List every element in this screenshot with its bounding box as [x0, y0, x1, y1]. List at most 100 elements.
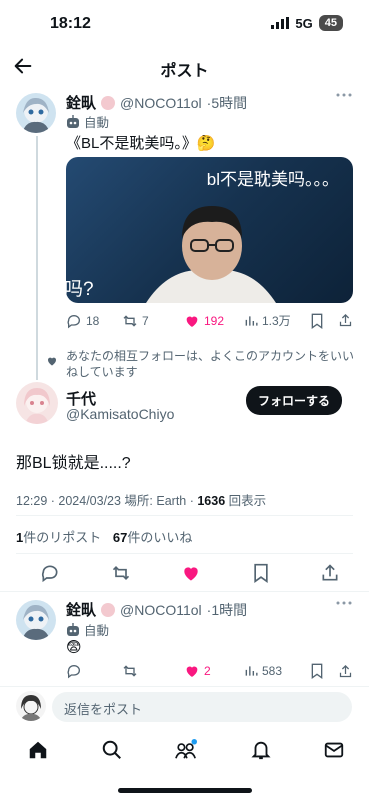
more-options-button[interactable]	[336, 92, 352, 98]
communities-icon[interactable]	[174, 739, 198, 761]
reply-button[interactable]	[66, 663, 122, 679]
like-button[interactable]: 2	[184, 663, 244, 679]
bookmark-button[interactable]	[310, 663, 338, 679]
reply-handle[interactable]: @NOCO11ol	[120, 602, 202, 618]
reply-button[interactable]: 18	[66, 313, 122, 329]
repost-icon[interactable]	[111, 563, 131, 583]
status-time: 18:12	[50, 15, 91, 32]
avatar-anime-icon	[16, 382, 58, 424]
view-count: 583	[262, 664, 283, 678]
repost-icon	[123, 314, 137, 327]
display-name[interactable]: 銓㽗	[66, 92, 96, 113]
like-button[interactable]: 192	[184, 313, 244, 329]
reply-header: 銓㽗 @NOCO11ol ·1時間	[66, 599, 247, 620]
video-caption: bl不是耽美吗。。。	[206, 170, 339, 189]
auto-badge: 自動	[66, 112, 109, 131]
reply-display-name[interactable]: 銓㽗	[66, 599, 96, 620]
reply-avatar[interactable]	[16, 600, 56, 640]
reply-auto-badge: 自動	[66, 620, 109, 639]
bot-icon	[67, 114, 79, 128]
thread-line	[36, 136, 38, 380]
repost-button[interactable]	[122, 663, 184, 679]
views-label: 回表示	[225, 494, 267, 508]
reply-text: 😨	[66, 639, 82, 656]
video-corner-caption: 吗?	[66, 279, 94, 300]
post-time: ·5時間	[206, 94, 248, 111]
battery-icon: 45	[318, 15, 343, 31]
search-icon[interactable]	[101, 739, 123, 761]
main-post-avatar[interactable]	[16, 382, 58, 424]
post-media-video[interactable]: bl不是耽美吗。。。 吗?	[66, 157, 353, 303]
share-icon	[339, 664, 352, 677]
avatar-anime-icon	[16, 600, 56, 640]
messages-icon[interactable]	[323, 739, 345, 761]
share-icon	[339, 313, 352, 327]
divider	[16, 553, 353, 554]
views-count: 1636	[197, 494, 226, 508]
bot-icon	[67, 622, 79, 636]
engagement-stats: 1件のリポスト 67件のいいね	[16, 527, 192, 546]
reply-input[interactable]: 返信をポスト	[52, 692, 352, 722]
bottom-nav	[27, 739, 345, 761]
bookmark-icon	[311, 313, 323, 329]
social-context-heart	[46, 355, 58, 367]
handle[interactable]: @NOCO11ol	[120, 95, 202, 111]
reply-icon	[67, 314, 81, 328]
repost-total-label[interactable]: 件のリポスト	[23, 530, 101, 545]
divider	[0, 686, 369, 687]
more-icon	[336, 601, 352, 605]
heart-small-icon	[47, 357, 57, 366]
divider	[16, 515, 353, 516]
views-chart-icon	[245, 666, 258, 676]
avatar[interactable]	[16, 93, 56, 133]
home-indicator	[118, 788, 252, 793]
like-total-label[interactable]: 件のいいね	[127, 530, 192, 545]
bookmark-icon	[311, 663, 323, 679]
reply-actions: 2 583	[66, 663, 356, 679]
social-context-text: あなたの相互フォローは、よくこのアカウントをいいねしています	[66, 349, 355, 379]
share-icon[interactable]	[320, 563, 340, 583]
reply-icon	[67, 665, 81, 679]
badge-icon	[101, 602, 116, 617]
avatar-sketch-icon	[16, 691, 46, 721]
notifications-bell-icon[interactable]	[250, 739, 272, 761]
composer-avatar	[16, 691, 46, 721]
bookmark-icon[interactable]	[252, 563, 270, 583]
heart-filled-icon	[186, 666, 198, 677]
main-post-actions	[40, 563, 340, 583]
status-icons: 5G 45	[271, 15, 343, 31]
reply-auto-label: 自動	[84, 624, 110, 638]
like-total[interactable]: 67	[113, 530, 127, 545]
follow-button[interactable]: フォローする	[246, 386, 343, 415]
share-button[interactable]	[338, 313, 353, 328]
heart-filled-icon[interactable]	[181, 563, 201, 583]
post-text: 《BL不是耽美吗。》🤔	[66, 135, 216, 152]
views-button[interactable]: 583	[244, 664, 310, 678]
home-icon[interactable]	[27, 739, 49, 761]
views-chart-icon	[245, 315, 258, 326]
post-timestamp: 12:29 · 2024/03/23 場所: Earth ·	[16, 494, 198, 508]
auto-label: 自動	[84, 116, 110, 130]
main-handle[interactable]: @KamisatoChiyo	[66, 406, 174, 422]
repost-count: 7	[142, 313, 149, 328]
page-title: ポスト	[160, 63, 209, 80]
post-header: 銓㽗 @NOCO11ol ·5時間	[66, 92, 247, 113]
person-figure-icon	[146, 206, 276, 303]
reply-icon[interactable]	[40, 563, 60, 583]
bookmark-button[interactable]	[310, 313, 338, 329]
reply-more-button[interactable]	[336, 600, 352, 606]
view-count: 1.3万	[262, 314, 291, 328]
reply-time: ·1時間	[206, 601, 248, 618]
repost-button[interactable]: 7	[122, 313, 184, 329]
main-post-text: 那BL锁就是.....?	[16, 455, 131, 472]
badge-icon	[101, 95, 116, 110]
signal-icon	[271, 17, 290, 29]
share-button[interactable]	[338, 664, 353, 679]
repost-icon	[123, 665, 137, 677]
reply-count: 18	[86, 313, 100, 328]
parent-post-actions: 18 7 192 1.3万	[66, 312, 356, 329]
post-meta: 12:29 · 2024/03/23 場所: Earth · 1636 回表示	[16, 490, 266, 509]
network-label: 5G	[295, 15, 313, 31]
like-count: 2	[204, 664, 211, 678]
views-button[interactable]: 1.3万	[244, 312, 310, 329]
